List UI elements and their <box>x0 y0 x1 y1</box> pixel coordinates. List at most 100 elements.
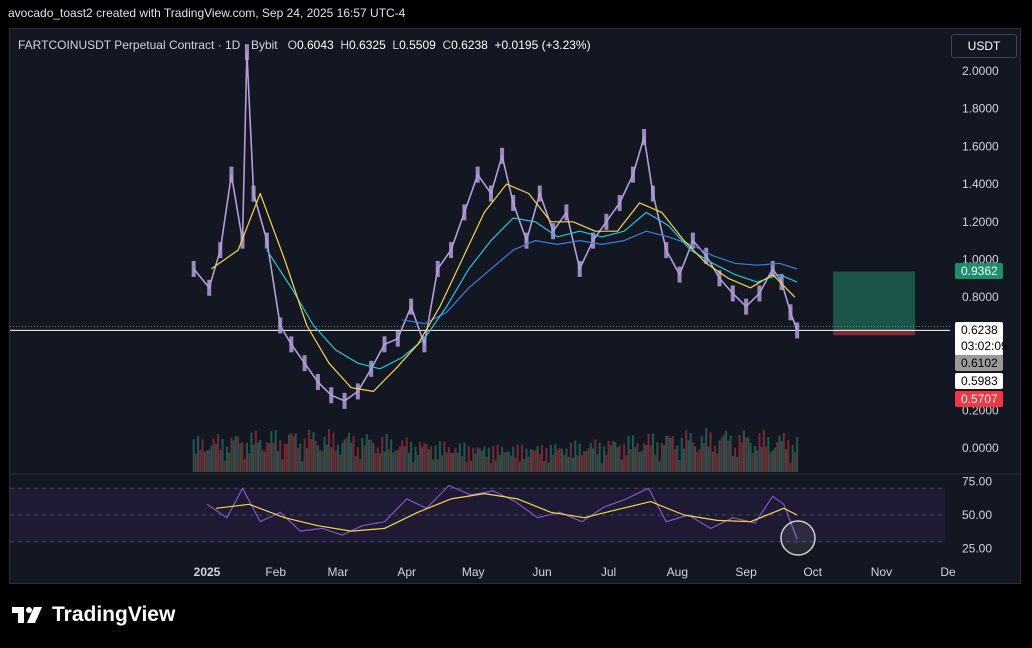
price-candle <box>757 285 762 302</box>
volume-bar <box>305 448 308 472</box>
volume-bar <box>742 430 745 472</box>
volume-bar <box>330 447 333 472</box>
volume-bar <box>352 436 355 472</box>
volume-bar <box>534 450 537 472</box>
volume-bar <box>782 433 785 472</box>
volume-bar <box>359 458 362 472</box>
volume-bar <box>418 441 421 472</box>
volume-bar <box>272 442 275 472</box>
volume-bar <box>698 449 701 472</box>
volume-bar <box>682 448 685 472</box>
volume-bar <box>430 446 433 472</box>
volume-bar <box>387 449 390 472</box>
price-candle <box>329 387 334 404</box>
volume-bar <box>745 437 748 472</box>
price-candle <box>251 185 256 202</box>
volume-bar <box>607 440 610 472</box>
volume-bar <box>516 444 519 472</box>
time-tick-label: Sep <box>735 565 757 579</box>
volume-bar <box>341 442 344 472</box>
volume-bar <box>734 447 737 472</box>
volume-bar <box>385 434 388 472</box>
price-candle <box>788 304 793 321</box>
time-tick-label: Apr <box>397 565 416 579</box>
volume-bar <box>427 449 430 472</box>
time-tick-label: Nov <box>871 565 892 579</box>
time-tick-label: Mar <box>328 565 349 579</box>
volume-bar <box>592 448 595 472</box>
volume-bar <box>669 437 672 472</box>
volume-bar <box>203 451 206 472</box>
volume-bar <box>232 440 235 472</box>
volume-bar <box>565 448 568 472</box>
volume-bar <box>454 448 457 472</box>
volume-bar <box>580 454 583 472</box>
volume-bar <box>492 445 495 472</box>
volume-bar <box>501 446 504 472</box>
volume-bar <box>321 451 324 472</box>
volume-bar <box>450 453 453 472</box>
volume-bar <box>279 439 282 472</box>
price-countdown-text: 03:02:09 <box>961 339 1008 353</box>
volume-bar <box>319 450 322 472</box>
volume-bar <box>263 451 266 472</box>
volume-bar <box>576 455 579 472</box>
volume-bar <box>323 437 326 472</box>
volume-bar <box>252 444 255 472</box>
price-candle <box>564 204 569 221</box>
price-candle <box>677 266 682 283</box>
volume-bar <box>210 445 213 472</box>
volume-bar <box>206 450 208 472</box>
volume-bar <box>407 453 410 472</box>
volume-bar <box>543 461 546 472</box>
volume-bar <box>239 443 242 472</box>
volume-bar <box>228 452 231 472</box>
brand-name: TradingView <box>52 603 176 626</box>
volume-bar <box>505 451 508 472</box>
volume-bar <box>379 453 382 472</box>
price-label-text: 0.6102 <box>961 356 998 370</box>
time-tick-label: 2025 <box>194 565 221 579</box>
volume-bar <box>443 441 446 472</box>
volume-bar <box>325 444 328 472</box>
price-candle <box>207 279 212 296</box>
volume-bar <box>549 444 552 472</box>
volume-bar <box>199 450 202 472</box>
rsi-tick-label: 75.00 <box>962 475 992 489</box>
volume-bar <box>620 459 623 472</box>
volume-bar <box>470 460 473 472</box>
volume-bar <box>760 446 763 472</box>
volume-bar <box>312 432 315 472</box>
price-candle <box>604 213 609 230</box>
time-tick-label: Aug <box>667 565 688 579</box>
volume-bar <box>336 444 339 472</box>
price-candle <box>551 223 556 240</box>
volume-bar <box>241 442 244 472</box>
volume-bar <box>678 460 681 472</box>
volume-bar <box>467 446 470 472</box>
volume-bar <box>481 450 484 472</box>
price-label-text: 0.5983 <box>961 374 998 388</box>
tradingview-logo-icon <box>12 607 42 623</box>
price-chart[interactable]: 2.00001.80001.60001.40001.20001.00000.80… <box>0 0 1032 648</box>
volume-bar <box>370 439 373 472</box>
volume-bar <box>396 449 399 472</box>
volume-bar <box>658 461 661 472</box>
price-candle <box>289 336 294 353</box>
volume-bar <box>303 438 306 472</box>
volume-bar <box>541 445 544 472</box>
volume-bar <box>458 443 461 472</box>
volume-bar <box>290 433 293 472</box>
volume-bar <box>538 454 541 472</box>
volume-bar <box>405 437 408 472</box>
price-candle <box>395 330 400 347</box>
volume-bar <box>518 461 521 472</box>
time-tick-label: De <box>940 565 956 579</box>
volume-bar <box>716 453 719 472</box>
volume-bar <box>314 440 317 472</box>
volume-bar <box>649 445 652 472</box>
price-candle <box>191 260 196 277</box>
volume-bar <box>372 443 375 472</box>
volume-bar <box>208 449 211 472</box>
volume-bar <box>347 432 350 472</box>
